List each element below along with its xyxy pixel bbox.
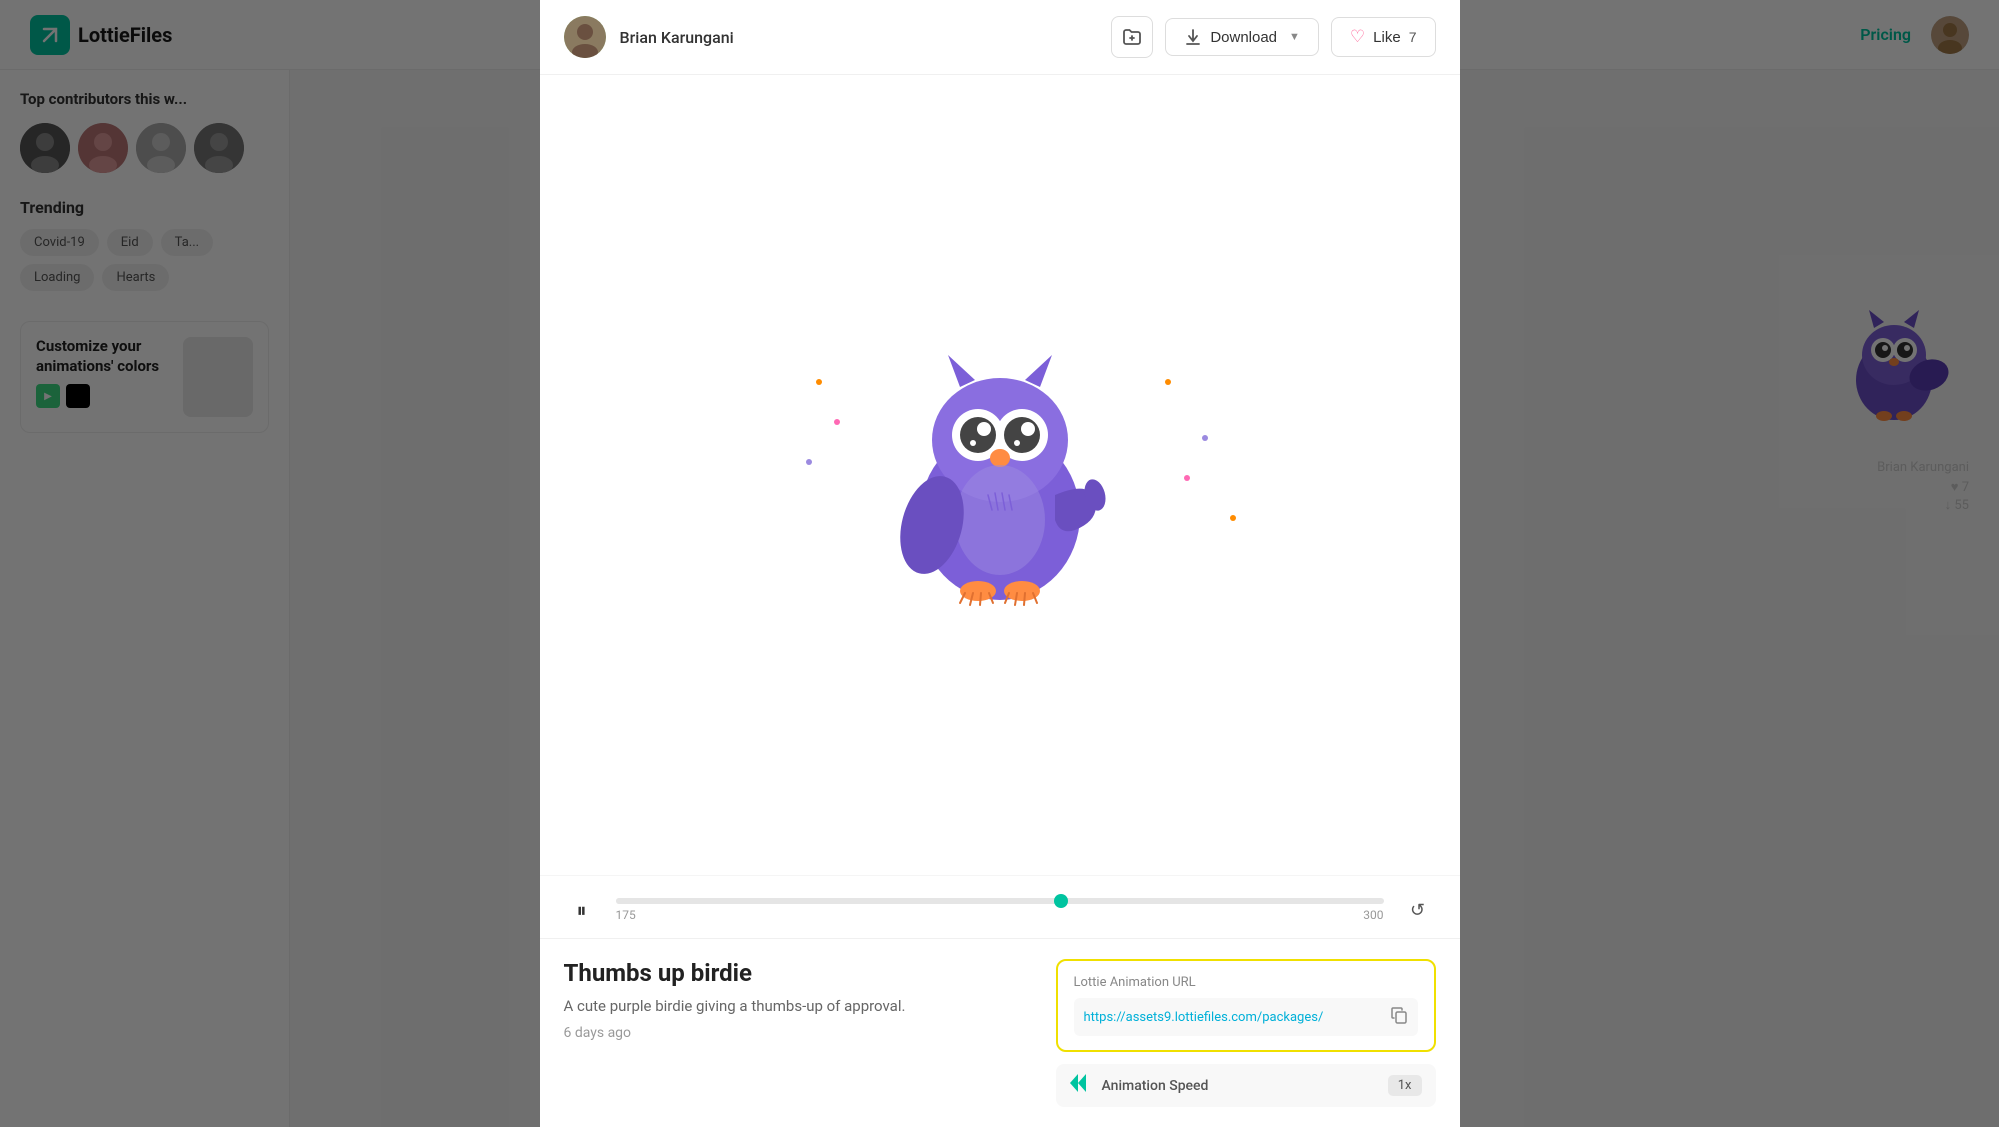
replay-button[interactable]: ↺ [1400,892,1436,928]
download-label: Download [1210,29,1277,46]
speed-icon [1070,1074,1092,1097]
modal-header-actions: Download ▼ ♡ Like 7 [1111,16,1435,58]
play-pause-button[interactable]: ⏸ [564,892,600,928]
timeline-labels: 175 300 [616,908,1384,922]
modal-user-avatar[interactable] [564,16,606,58]
modal-username: Brian Karungani [620,28,734,47]
timeline-thumb[interactable] [1054,894,1068,908]
timeline-track[interactable] [616,898,1384,904]
animation-date: 6 days ago [564,1025,1032,1041]
url-label: Lottie Animation URL [1074,975,1418,990]
url-text: https://assets9.lottiefiles.com/packages… [1084,1010,1382,1025]
animation-url-panel: Lottie Animation URL https://assets9.lot… [1056,959,1436,1107]
scatter-dot [1202,435,1208,441]
speed-value: 1x [1388,1075,1422,1096]
scatter-dot [1184,475,1190,481]
speed-label: Animation Speed [1102,1078,1378,1094]
info-section: Thumbs up birdie A cute purple birdie gi… [540,938,1460,1127]
scatter-dot [834,419,840,425]
timeline-end: 300 [1363,908,1383,922]
animation-description: A cute purple birdie giving a thumbs-up … [564,997,1032,1015]
like-label: Like [1373,29,1401,46]
url-box: Lottie Animation URL https://assets9.lot… [1056,959,1436,1052]
like-button[interactable]: ♡ Like 7 [1331,17,1436,57]
animation-title: Thumbs up birdie [564,959,1032,987]
copy-url-button[interactable] [1390,1006,1408,1028]
animation-info: Thumbs up birdie A cute purple birdie gi… [564,959,1032,1107]
timeline-container: 175 300 [616,898,1384,922]
timeline-progress [616,898,1061,904]
owl-animation [860,325,1140,625]
like-count: 7 [1409,29,1417,45]
scatter-dot [806,459,812,465]
scatter-dot [816,379,822,385]
modal-header: Brian Karungani Download ▼ ♡ Like [540,0,1460,75]
scatter-dot [1230,515,1236,521]
url-input-row: https://assets9.lottiefiles.com/packages… [1074,998,1418,1036]
animation-area [540,75,1460,875]
playback-bar: ⏸ 175 300 ↺ [540,875,1460,938]
scatter-dot [1165,379,1171,385]
save-to-folder-button[interactable] [1111,16,1153,58]
timeline-start: 175 [616,908,636,922]
heart-icon: ♡ [1350,27,1365,47]
download-dropdown-arrow: ▼ [1289,31,1300,43]
download-button[interactable]: Download ▼ [1165,18,1319,56]
modal-dialog: Brian Karungani Download ▼ ♡ Like [540,0,1460,1127]
speed-box: Animation Speed 1x [1056,1064,1436,1107]
